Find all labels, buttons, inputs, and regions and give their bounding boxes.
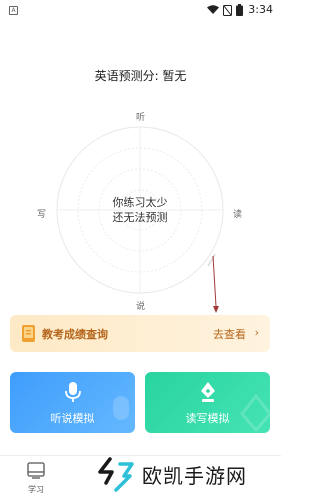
status-bar: A 3:34 (0, 0, 281, 22)
tab-study[interactable]: 学习 (16, 462, 56, 495)
watermark-logo-icon (98, 457, 134, 492)
tab-study-label: 学习 (28, 485, 44, 494)
microphone-icon (64, 382, 81, 402)
radar-empty-line1: 你练习太少 (112, 196, 168, 209)
go-view-link[interactable]: 去查看 (213, 326, 246, 342)
sim-off-icon (223, 4, 232, 16)
pen-nib-icon (200, 382, 215, 402)
clock: 3:34 (248, 3, 273, 16)
book-icon (22, 325, 35, 342)
axis-label-read: 读 (233, 210, 243, 220)
radar-empty-line2: 还无法预测 (112, 211, 168, 224)
site-watermark: 欧凯手游网 (96, 456, 247, 492)
axis-label-write: 写 (37, 210, 47, 220)
axis-label-listen: 听 (136, 113, 146, 123)
exam-score-query-label: 教考成绩查询 (42, 328, 108, 341)
watermark-text: 欧凯手游网 (142, 463, 247, 488)
app-notification-icon: A (9, 6, 18, 15)
read-write-mock-label: 读写模拟 (185, 412, 230, 425)
chevron-right-icon: › (254, 326, 259, 339)
read-write-mock-card[interactable]: 读写模拟 (145, 372, 270, 433)
system-icons (207, 4, 243, 16)
listen-speak-mock-label: 听说模拟 (50, 412, 95, 425)
skill-radar: 听 写 读 说 你练习太少 还无法预测 (0, 106, 281, 316)
listen-speak-mock-card[interactable]: 听说模拟 (10, 372, 135, 433)
axis-label-speak: 说 (136, 302, 146, 312)
wifi-icon (207, 5, 219, 14)
study-book-icon (27, 462, 45, 479)
battery-icon (236, 4, 243, 16)
exam-score-query-bar[interactable]: 教考成绩查询 去查看 › (10, 315, 270, 352)
predicted-score-title: 英语预测分: 暂无 (94, 69, 187, 83)
